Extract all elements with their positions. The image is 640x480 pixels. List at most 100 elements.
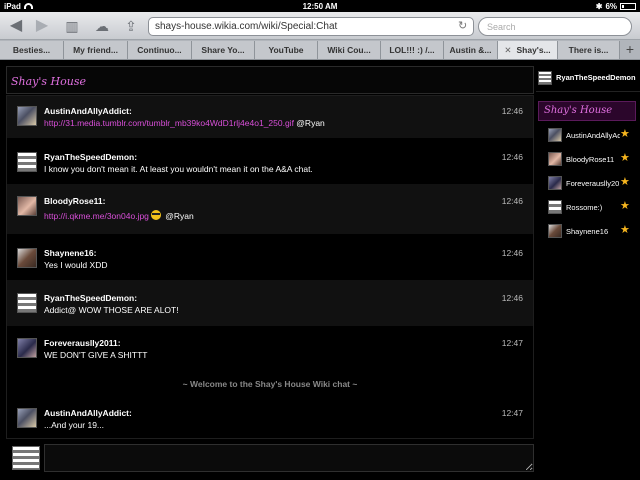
tab-label: Wiki Cou... — [327, 45, 371, 55]
chat-message: Shaynene16: 12:46 Yes I would XDD — [7, 234, 533, 280]
message-username[interactable]: RyanTheSpeedDemon: — [44, 293, 137, 303]
chat-room-title: Shay's House — [11, 75, 87, 88]
message-username[interactable]: AustinAndAllyAddict: — [44, 408, 132, 418]
tab-bar: Besties... My friend... Continuo... Shar… — [0, 40, 640, 60]
current-user[interactable]: RyanTheSpeedDemon — [536, 66, 640, 92]
message-input[interactable] — [44, 444, 534, 472]
avatar[interactable] — [17, 293, 37, 313]
sunglasses-emoji-icon — [150, 210, 161, 220]
battery-percent: 6% — [605, 2, 617, 11]
star-icon: ★ — [620, 200, 630, 212]
tab-label: Continuo... — [137, 45, 182, 55]
user-list-item[interactable]: AustinAndAllyAddict ★ — [548, 128, 638, 144]
user-name: Shaynene16 — [566, 227, 609, 236]
avatar[interactable] — [17, 248, 37, 268]
avatar[interactable] — [17, 106, 37, 126]
avatar[interactable] — [17, 152, 37, 172]
search-input[interactable]: Search — [478, 17, 632, 36]
chevron-right-icon[interactable]: ▶ — [32, 16, 52, 36]
new-tab-button[interactable]: + — [620, 41, 640, 59]
avatar[interactable] — [17, 408, 37, 428]
tab-label: Shay's... — [516, 45, 551, 55]
tab-label: YouTube — [268, 45, 304, 55]
avatar — [548, 152, 562, 166]
message-time: 12:46 — [501, 152, 523, 162]
star-icon: ★ — [620, 224, 630, 236]
tab[interactable]: There is... — [558, 41, 620, 59]
avatar — [12, 446, 40, 470]
message-text: ...And your 19... — [44, 420, 105, 430]
message-username[interactable]: Shaynene16: — [44, 248, 96, 258]
status-right: ✱ 6% — [596, 2, 636, 11]
book-icon[interactable]: ▥ — [62, 16, 82, 36]
avatar — [538, 71, 552, 85]
browser-toolbar: ◀ ▶ ▥ ☁ ⇪ shays-house.wikia.com/wiki/Spe… — [0, 12, 640, 40]
message-input-area — [6, 441, 534, 474]
user-list-item[interactable]: BloodyRose11 ★ — [548, 152, 638, 168]
reload-icon[interactable]: ↻ — [458, 19, 467, 32]
tab-label: Besties... — [12, 45, 51, 55]
star-icon: ★ — [620, 152, 630, 164]
chat-message: RyanTheSpeedDemon: 12:46 I know you don'… — [7, 138, 533, 184]
chat-message: AustinAndAllyAddict: 12:46 http://31.med… — [7, 96, 533, 138]
cloud-icon[interactable]: ☁ — [92, 16, 112, 36]
chat-message: AustinAndAllyAddict: 12:47 ...And your 1… — [7, 396, 533, 438]
user-name: Foreverauslly2011 — [566, 179, 620, 188]
message-username[interactable]: AustinAndAllyAddict: — [44, 106, 132, 116]
share-icon[interactable]: ⇪ — [121, 16, 141, 36]
star-icon: ★ — [620, 176, 630, 188]
battery-icon — [620, 3, 636, 10]
tab-label: Austin &... — [449, 45, 492, 55]
user-name: Rossome:) — [566, 203, 603, 212]
message-username[interactable]: Foreverauslly2011: — [44, 338, 121, 348]
avatar — [548, 128, 562, 142]
message-time: 12:46 — [501, 248, 523, 258]
tab[interactable]: Wiki Cou... — [318, 41, 381, 59]
chat-header: Shay's House — [6, 66, 534, 94]
message-text: Yes I would XDD — [44, 260, 108, 270]
message-time: 12:46 — [501, 293, 523, 303]
message-username[interactable]: RyanTheSpeedDemon: — [44, 152, 137, 162]
welcome-message: ~ Welcome to the Shay's House Wiki chat … — [182, 379, 358, 389]
user-list-item[interactable]: Foreverauslly2011 ★ — [548, 176, 638, 192]
message-time: 12:46 — [501, 196, 523, 206]
star-icon: ★ — [620, 128, 630, 140]
current-user-name: RyanTheSpeedDemon — [556, 73, 636, 82]
tab-active[interactable]: ✕ Shay's... — [498, 41, 558, 59]
tab-label: LOL!!! :) /... — [389, 45, 435, 55]
status-time: 12:50 AM — [302, 2, 338, 11]
chat-message: BloodyRose11: 12:46 http://i.qkme.me/3on… — [7, 184, 533, 234]
close-tab-icon[interactable]: ✕ — [504, 45, 511, 55]
tab[interactable]: Austin &... — [444, 41, 498, 59]
tab-label: There is... — [568, 45, 609, 55]
message-text: I know you don't mean it. At least you w… — [44, 164, 313, 174]
tab[interactable]: Share Yo... — [192, 41, 255, 59]
message-text: http://i.qkme.me/3on04o.jpg @Ryan — [44, 210, 194, 221]
user-list-item[interactable]: Shaynene16 ★ — [548, 224, 638, 240]
tab[interactable]: LOL!!! :) /... — [381, 41, 444, 59]
message-link[interactable]: http://31.media.tumblr.com/tumblr_mb39ko… — [44, 118, 294, 128]
user-list-sidebar: RyanTheSpeedDemon Shay's House AustinAnd… — [536, 66, 640, 480]
message-time: 12:46 — [501, 106, 523, 116]
address-bar[interactable]: shays-house.wikia.com/wiki/Special:Chat — [148, 17, 474, 36]
message-text: Addict@ WOW THOSE ARE ALOT! — [44, 305, 179, 315]
tab[interactable]: YouTube — [255, 41, 318, 59]
message-list[interactable]: AustinAndAllyAddict: 12:46 http://31.med… — [6, 95, 534, 439]
message-username[interactable]: BloodyRose11: — [44, 196, 105, 206]
avatar[interactable] — [17, 196, 37, 216]
user-list-item[interactable]: Rossome:) ★ — [548, 200, 638, 216]
tab[interactable]: Besties... — [0, 41, 64, 59]
chat-message: Foreverauslly2011: 12:47 WE DON'T GIVE A… — [7, 326, 533, 370]
message-time: 12:47 — [501, 338, 523, 348]
tab[interactable]: My friend... — [64, 41, 128, 59]
message-link[interactable]: http://i.qkme.me/3on04o.jpg — [44, 211, 149, 221]
room-title: Shay's House — [544, 105, 613, 116]
avatar[interactable] — [17, 338, 37, 358]
user-name: AustinAndAllyAddict — [566, 131, 620, 140]
chevron-left-icon[interactable]: ◀ — [6, 16, 26, 36]
tab[interactable]: Continuo... — [128, 41, 192, 59]
avatar — [548, 200, 562, 214]
room-header[interactable]: Shay's House — [538, 101, 636, 121]
chat-message: RyanTheSpeedDemon: 12:46 Addict@ WOW THO… — [7, 280, 533, 326]
bluetooth-icon: ✱ — [595, 2, 603, 11]
